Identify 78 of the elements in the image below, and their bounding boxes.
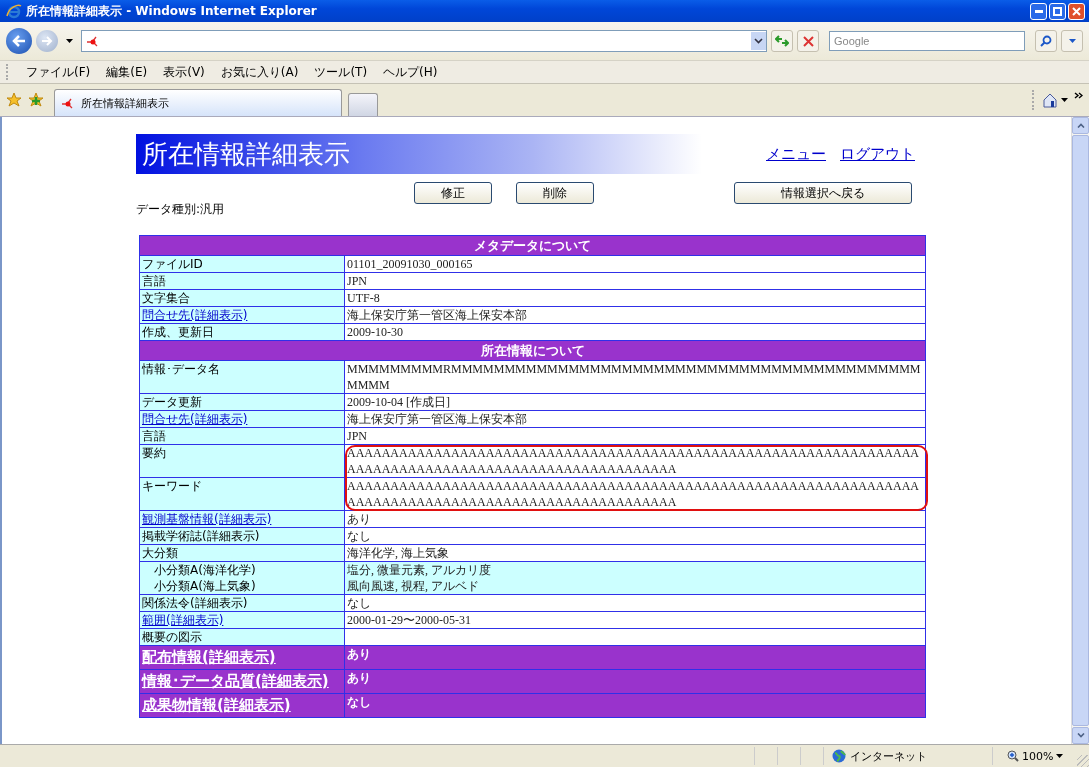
new-tab-button[interactable] [348, 93, 378, 116]
field-label: 小分類A(海上気象) [154, 579, 256, 593]
menu-item[interactable]: お気に入り(A) [220, 63, 299, 81]
resize-grip-icon[interactable] [1077, 755, 1089, 767]
scroll-up-button[interactable] [1072, 117, 1089, 134]
section-heading: メタデータについて [139, 235, 926, 256]
maximize-icon [1053, 6, 1062, 16]
search-field[interactable]: Google [829, 31, 1025, 51]
stop-x-icon [802, 35, 814, 47]
search-button[interactable] [1035, 30, 1057, 52]
scroll-down-button[interactable] [1072, 727, 1089, 744]
security-zone-label: インターネット [850, 748, 927, 764]
search-icon [1040, 35, 1052, 47]
menu-item[interactable]: ファイル(F) [26, 63, 91, 81]
maximize-button[interactable] [1049, 2, 1066, 20]
site-favicon-icon [86, 35, 100, 47]
address-field[interactable] [81, 30, 767, 52]
table-cell: なし [344, 594, 926, 612]
menu-item[interactable]: 編集(E) [106, 63, 148, 81]
site-favicon-icon [61, 97, 75, 109]
action-button[interactable]: 削除 [516, 182, 594, 204]
refresh-arrows-icon [775, 34, 789, 48]
field-label: 情報･データ名 [142, 362, 220, 376]
nav-link[interactable]: ログアウト [840, 144, 915, 164]
section-heading: 所在情報について [139, 340, 926, 361]
field-label: 関係法令(詳細表示) [142, 596, 248, 610]
close-button[interactable] [1068, 2, 1085, 20]
back-to-selection-button[interactable]: 情報選択へ戻る [734, 182, 912, 204]
star-icon[interactable] [6, 92, 22, 108]
menu-item[interactable]: ツール(T) [314, 63, 368, 81]
chevron-up-icon [1076, 123, 1085, 128]
field-label: 言語 [142, 429, 166, 443]
browser-tab[interactable]: 所在情報詳細表示 [54, 89, 342, 116]
chevron-down-icon [1076, 733, 1085, 738]
house-icon [1042, 92, 1058, 108]
globe-icon [832, 749, 846, 763]
chevron-down-icon [754, 38, 763, 44]
field-label: 言語 [142, 274, 166, 288]
address-dropdown-button[interactable] [751, 32, 766, 50]
minimize-icon [1034, 9, 1043, 13]
field-label: データ更新 [142, 395, 202, 409]
menu-item[interactable]: 表示(V) [163, 63, 205, 81]
caret-icon [1068, 39, 1076, 43]
menu-item[interactable]: ヘルプ(H) [383, 63, 438, 81]
caret-icon [1061, 98, 1068, 102]
table-cell: あり [344, 669, 926, 694]
field-label: 文字集合 [142, 291, 190, 305]
right-arrow-icon [41, 36, 53, 46]
home-button[interactable] [1032, 90, 1068, 110]
magnifier-icon [1007, 750, 1019, 762]
window-title: 所在情報詳細表示 - Windows Internet Explorer [26, 2, 318, 20]
field-label: ファイルID [142, 257, 203, 271]
refresh-button[interactable] [771, 30, 793, 52]
table-cell: あり [344, 645, 926, 670]
dropdown-caret-icon[interactable] [66, 39, 73, 43]
close-icon [1072, 6, 1081, 16]
table-cell: なし [344, 693, 926, 718]
field-label: 概要の図示 [142, 630, 202, 644]
field-label: 作成、更新日 [142, 325, 214, 339]
data-type-label: データ種別:汎用 [136, 201, 226, 218]
zoom-level-button[interactable]: 100% [992, 747, 1077, 765]
minimize-button[interactable] [1030, 2, 1047, 20]
table-cell: MMMMMMMMMRMMMMMMMMMMMMMMMMMMMMMMMMMMMMMMMMMMMMMMMMMMMMMMMM [344, 360, 926, 394]
action-button[interactable]: 修正 [414, 182, 492, 204]
back-button[interactable] [6, 28, 32, 54]
field-label: 小分類A(海洋化学) [154, 563, 256, 577]
field-label: キーワード [142, 479, 202, 493]
field-label: 要約 [142, 446, 166, 460]
field-label: 掲載学術誌(詳細表示) [142, 529, 260, 543]
add-star-icon[interactable] [28, 92, 44, 108]
caret-icon [1056, 754, 1064, 758]
search-options-button[interactable] [1061, 30, 1083, 52]
field-label: 大分類 [142, 546, 178, 560]
left-arrow-icon [12, 35, 26, 47]
table-cell: 風向風速, 視程, アルベド [344, 578, 926, 595]
nav-link[interactable]: メニュー [766, 144, 826, 164]
stop-button[interactable] [797, 30, 819, 52]
browser-logo-icon [6, 3, 22, 19]
